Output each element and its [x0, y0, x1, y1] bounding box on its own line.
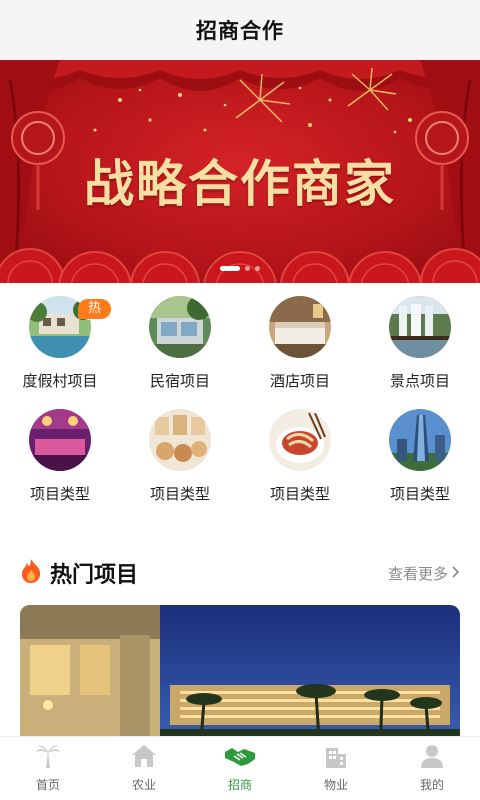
ktv-room-photo-icon [29, 409, 91, 471]
handshake-icon [224, 744, 256, 772]
category-label: 项目类型 [389, 485, 450, 503]
top-bar: 招商合作 [0, 0, 480, 60]
tab-label: 我的 [419, 778, 444, 792]
tab-label: 农业 [131, 778, 156, 792]
category-label: 项目类型 [29, 485, 90, 503]
category-grid: 热 度假村项目 民宿项目 酒店项目 景点项目 项目类型 项目类型 项目类型 项目… [0, 296, 480, 504]
category-item-scenic[interactable]: 景点项目 [360, 296, 480, 391]
category-item-type-4[interactable]: 项目类型 [360, 409, 480, 504]
category-item-type-1[interactable]: 项目类型 [0, 409, 120, 504]
carousel-indicator [0, 266, 480, 271]
building-icon [324, 744, 348, 772]
hot-badge: 热 [78, 299, 112, 319]
noodle-bowl-photo-icon [269, 409, 331, 471]
food-gift-photo-icon [149, 409, 211, 471]
tab-property[interactable]: 物业 [288, 737, 384, 800]
section-title: 热门项目 [50, 563, 139, 588]
carousel-dot [245, 266, 250, 271]
tab-investment[interactable]: 招商 [192, 737, 288, 800]
homestay-photo-icon [149, 296, 211, 358]
view-more-link[interactable]: 查看更多 [388, 563, 460, 584]
category-item-resort[interactable]: 热 度假村项目 [0, 296, 120, 391]
person-icon [420, 744, 444, 772]
skyscraper-photo-icon [389, 409, 451, 471]
view-more-label: 查看更多 [387, 564, 448, 583]
category-label: 度假村项目 [22, 372, 98, 390]
section-title-group: 热门项目 [20, 557, 138, 589]
hotel-room-photo-icon [269, 296, 331, 358]
chevron-right-icon [452, 564, 460, 582]
promo-banner[interactable]: 战略合作商家 [0, 60, 480, 283]
category-item-homestay[interactable]: 民宿项目 [120, 296, 240, 391]
category-item-hotel[interactable]: 酒店项目 [240, 296, 360, 391]
carousel-dot [255, 266, 260, 271]
category-label: 民宿项目 [149, 372, 210, 390]
hotel-night-photo [20, 605, 460, 755]
category-item-type-2[interactable]: 项目类型 [120, 409, 240, 504]
tab-mine[interactable]: 我的 [384, 737, 480, 800]
bottom-tab-bar: 首页 农业 招商 物业 我的 [0, 736, 480, 800]
tab-label: 首页 [35, 778, 60, 792]
tab-label: 物业 [323, 778, 348, 792]
category-label: 酒店项目 [269, 372, 330, 390]
palm-tree-icon [35, 744, 61, 772]
tab-label: 招商 [227, 778, 252, 792]
waterfall-photo-icon [389, 296, 451, 358]
flame-icon [20, 558, 42, 588]
tab-home[interactable]: 首页 [0, 737, 96, 800]
category-item-type-3[interactable]: 项目类型 [240, 409, 360, 504]
category-label: 项目类型 [269, 485, 330, 503]
carousel-dot-active [220, 266, 240, 271]
hot-project-card[interactable] [20, 605, 460, 755]
house-icon [131, 744, 157, 772]
category-label: 项目类型 [149, 485, 210, 503]
banner-headline: 战略合作商家 [84, 154, 396, 213]
category-label: 景点项目 [389, 372, 450, 390]
hot-projects-header: 热门项目 查看更多 [20, 556, 460, 590]
page-title: 招商合作 [196, 19, 284, 43]
tab-agriculture[interactable]: 农业 [96, 737, 192, 800]
